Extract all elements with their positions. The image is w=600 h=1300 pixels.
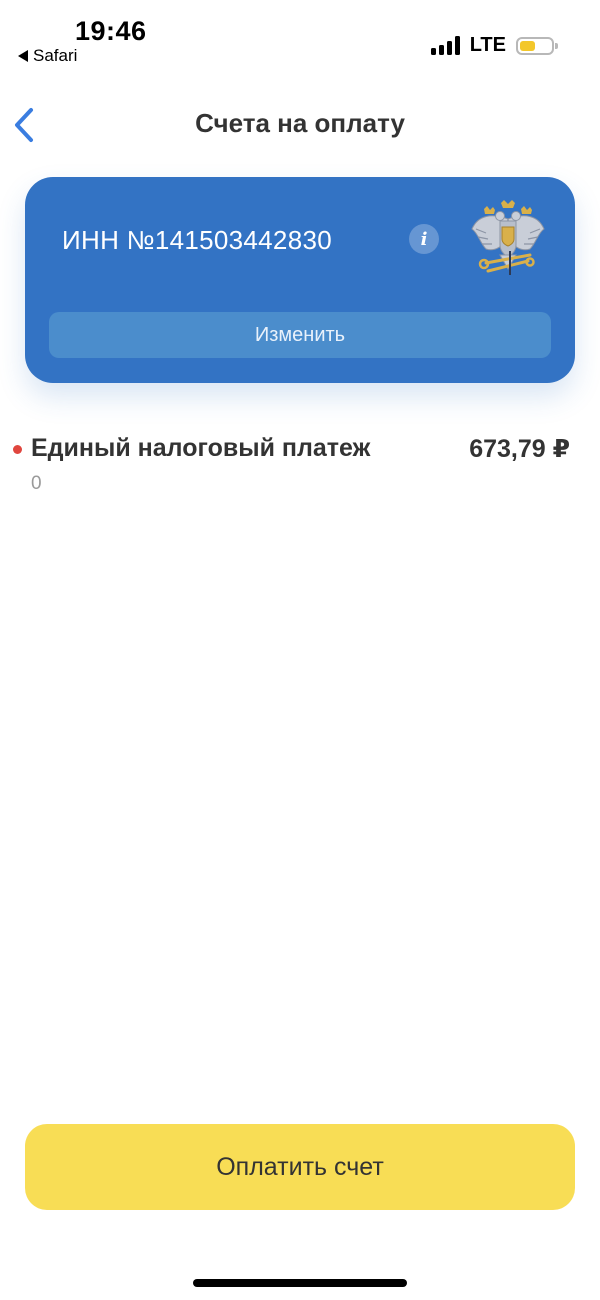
battery-icon — [516, 36, 558, 55]
status-time: 19:46 — [75, 16, 147, 46]
cellular-signal-icon — [430, 36, 460, 55]
coat-of-arms-icon — [471, 200, 545, 275]
battery-fill — [520, 40, 535, 51]
return-app-label: Safari — [33, 46, 78, 65]
pay-bill-button[interactable]: Оплатить счет — [25, 1124, 575, 1210]
home-indicator[interactable] — [193, 1279, 407, 1287]
unpaid-status-dot — [13, 445, 22, 454]
network-type: LTE — [469, 34, 506, 56]
change-inn-button[interactable]: Изменить — [49, 312, 551, 358]
bill-name: Единый налоговый платеж — [31, 434, 371, 462]
info-icon[interactable]: i — [409, 224, 439, 254]
bill-subtitle: 0 — [31, 473, 42, 494]
tax-inn-card: ИНН №141503442830 i Изменить — [25, 177, 575, 383]
page-title: Счета на оплату — [195, 108, 405, 138]
list-item[interactable]: Единый налоговый платеж 673,79 ₽ 0 — [0, 430, 600, 500]
return-to-app-link[interactable]: Safari — [18, 46, 77, 66]
back-triangle-icon — [18, 50, 28, 62]
inn-number: ИНН №141503442830 — [62, 225, 332, 255]
status-indicators: LTE — [430, 34, 558, 57]
bill-amount: 673,79 ₽ — [469, 435, 570, 463]
